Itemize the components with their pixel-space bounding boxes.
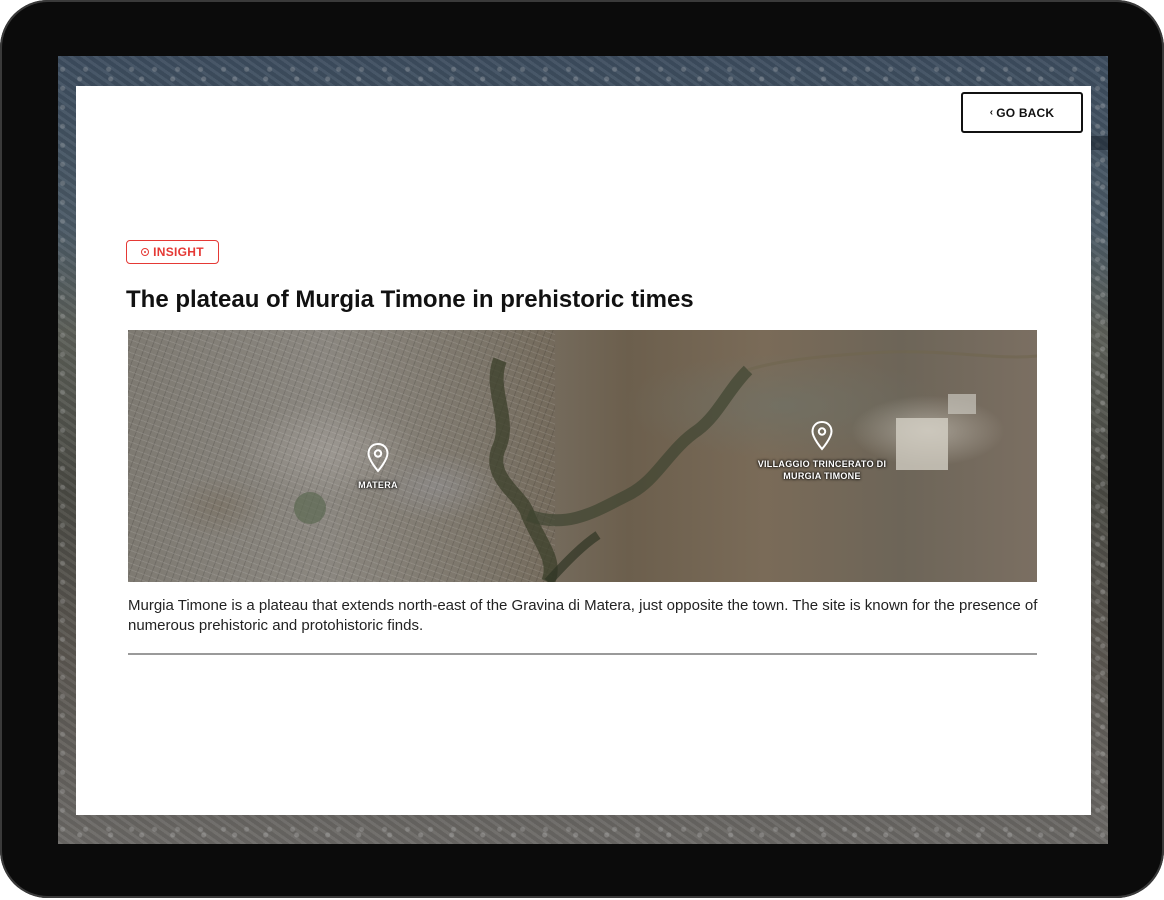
page-title: The plateau of Murgia Timone in prehisto… (126, 286, 694, 313)
satellite-map: MATERA VILLAGGIO TRINCERATO DI MURGIA TI… (128, 330, 1037, 582)
background-header-button (1088, 136, 1108, 150)
go-back-label: GO BACK (996, 105, 1055, 120)
map-pin-icon (811, 421, 833, 451)
chevron-left-icon: ‹ (989, 106, 994, 118)
map-gravina-gorge (294, 350, 1037, 582)
map-pin-label-villaggio: VILLAGGIO TRINCERATO DI MURGIA TIMONE (757, 459, 887, 481)
insight-badge-label: INSIGHT (153, 245, 204, 259)
map-pin-label-matera: MATERA (358, 480, 398, 490)
tablet-frame: ‹ GO BACK INSIGHT The plateau of Murgia … (0, 0, 1164, 898)
insight-badge: INSIGHT (126, 240, 219, 264)
target-icon (141, 248, 150, 256)
description-text: Murgia Timone is a plateau that extends … (128, 597, 1038, 634)
divider (128, 653, 1037, 655)
go-back-button[interactable]: ‹ GO BACK (961, 92, 1083, 133)
insight-modal: ‹ GO BACK INSIGHT The plateau of Murgia … (76, 86, 1091, 815)
map-pin-icon (367, 443, 389, 473)
